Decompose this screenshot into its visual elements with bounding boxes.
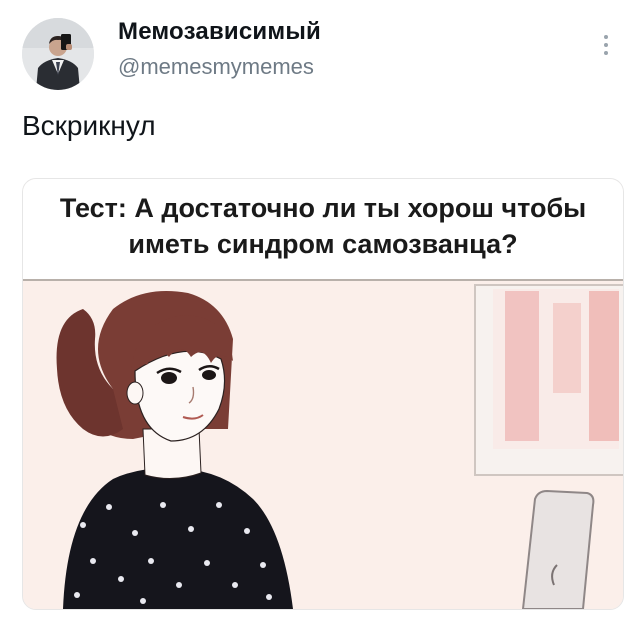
meme-illustration <box>23 279 623 609</box>
avatar[interactable] <box>22 18 94 90</box>
author-name[interactable]: Мемозависимый <box>118 18 321 46</box>
tweet-text: Вскрикнул <box>22 110 156 141</box>
tweet-header: Мемозависимый @memesmymemes <box>0 0 640 100</box>
author-handle[interactable]: @memesmymemes <box>118 54 314 80</box>
meme-caption: Тест: А достаточно ли ты хорош чтобы име… <box>23 179 623 279</box>
meme-caption-line-1: Тест: А достаточно ли ты хорош чтобы <box>59 193 587 223</box>
more-vertical-icon[interactable] <box>596 30 616 60</box>
meme-caption-line-2: иметь синдром самозванца? <box>128 229 518 259</box>
tweet-media-image[interactable]: Тест: А достаточно ли ты хорош чтобы име… <box>22 178 624 610</box>
